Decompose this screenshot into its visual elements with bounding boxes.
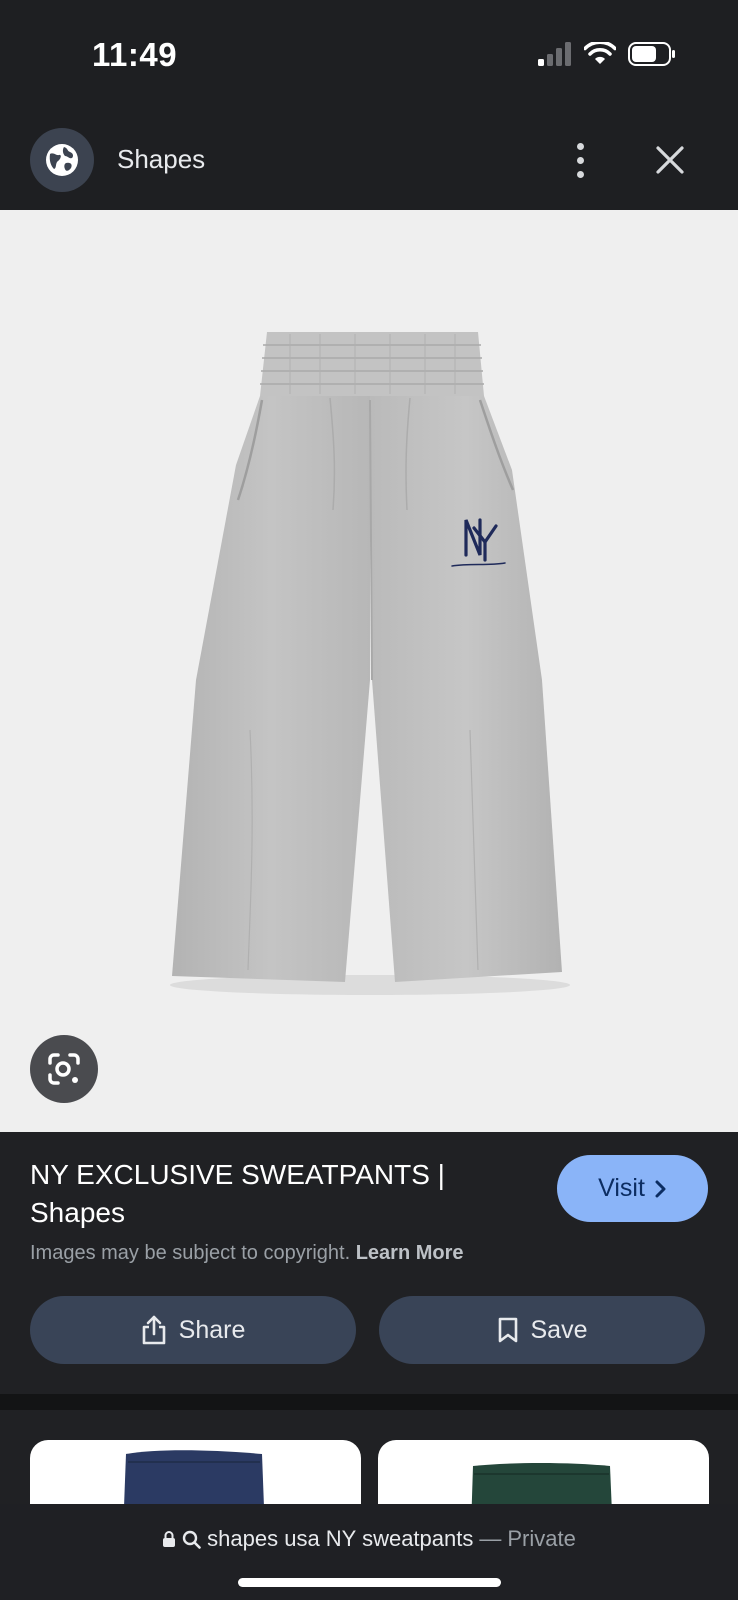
url-separator: — [479,1526,502,1551]
search-icon [182,1530,201,1549]
sheet-header: Shapes [0,110,738,210]
related-item-navy-sweatpants[interactable] [30,1440,361,1504]
lens-search-icon [48,1053,80,1085]
save-button[interactable]: Save [379,1296,705,1364]
bookmark-icon [498,1317,517,1343]
status-time: 11:49 [92,36,178,73]
close-button[interactable] [650,140,690,180]
product-image-area[interactable] [0,210,738,1132]
wifi-icon [584,42,616,64]
url-line: shapes usa NY sweatpants — Private [0,1526,738,1552]
green-sweatpants-image [471,1463,612,1504]
lock-icon [163,1531,176,1547]
privacy-label: Private [507,1526,576,1551]
visit-button[interactable]: Visit [557,1155,708,1222]
product-title[interactable]: NY EXCLUSIVE SWEATPANTS | Shapes [30,1156,510,1232]
more-vert-dot [576,170,584,178]
more-vert-dot [576,156,584,164]
lens-search-button[interactable] [30,1035,98,1103]
section-divider [0,1394,738,1410]
save-label: Save [530,1315,588,1344]
globe-icon [46,144,78,176]
copyright-text: Images may be subject to copyright. [30,1242,351,1264]
more-vert-icon [576,142,584,150]
chevron-right-icon [655,1180,666,1197]
learn-more-link[interactable]: Learn More [356,1242,464,1264]
copyright-notice: Images may be subject to copyright. Lear… [30,1242,464,1265]
close-icon [656,146,684,174]
navy-sweatpants-image [124,1450,264,1504]
share-button[interactable]: Share [30,1296,356,1364]
visit-label: Visit [598,1174,645,1202]
share-label: Share [178,1315,246,1344]
home-indicator[interactable] [238,1578,501,1587]
sweatpants-image [170,332,570,995]
site-favicon [30,128,94,192]
more-options-button[interactable] [562,134,598,186]
info-panel: NY EXCLUSIVE SWEATPANTS | Shapes Visit I… [0,1132,738,1394]
status-bar: 11:49 [0,0,738,110]
cellular-signal-icon [538,42,571,66]
site-title: Shapes [117,144,206,174]
url-query: shapes usa NY sweatpants [207,1526,474,1551]
related-results [0,1410,738,1504]
related-item-green-sweatpants[interactable] [378,1440,709,1504]
battery-icon [628,42,675,66]
status-icons [538,40,676,68]
url-bar[interactable]: shapes usa NY sweatpants — Private [0,1504,738,1600]
share-icon [142,1315,165,1345]
